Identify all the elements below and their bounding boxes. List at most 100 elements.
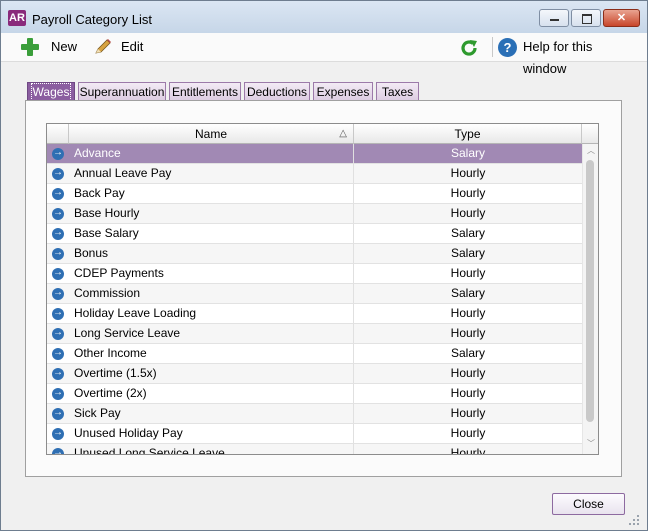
zoom-arrow-icon[interactable] <box>52 326 64 340</box>
category-name: Overtime (2x) <box>69 384 354 403</box>
row-zoom-cell[interactable] <box>47 204 69 223</box>
help-button[interactable]: ? Help for this window <box>498 36 638 76</box>
column-header-type[interactable]: Type <box>354 124 582 144</box>
tab-entitlements[interactable]: Entitlements <box>169 82 241 101</box>
row-zoom-cell[interactable] <box>47 424 69 443</box>
plus-icon <box>21 38 39 56</box>
table-row[interactable]: Sick Pay Hourly <box>47 404 582 424</box>
sort-ascending-icon: △ <box>339 128 347 139</box>
category-type: Salary <box>450 146 485 160</box>
category-type: Hourly <box>450 446 486 455</box>
zoom-arrow-icon[interactable] <box>52 266 64 280</box>
zoom-arrow-icon[interactable] <box>52 226 64 240</box>
category-type: Hourly <box>450 166 486 180</box>
table-row[interactable]: Unused Long Service Leave Hourly <box>47 444 582 455</box>
edit-button[interactable]: Edit <box>93 36 153 58</box>
zoom-arrow-icon[interactable] <box>52 186 64 200</box>
category-type: Salary <box>450 246 485 260</box>
title-bar[interactable]: AR Payroll Category List ✕ <box>1 1 647 33</box>
table-row[interactable]: Back Pay Hourly <box>47 184 582 204</box>
zoom-arrow-icon[interactable] <box>52 406 64 420</box>
column-header-name-label: Name <box>194 127 227 141</box>
tab-wages[interactable]: Wages <box>27 82 75 101</box>
tab-taxes[interactable]: Taxes <box>376 82 419 101</box>
toolbar-separator <box>492 37 493 57</box>
table-row[interactable]: Overtime (1.5x) Hourly <box>47 364 582 384</box>
minimize-button[interactable] <box>539 9 569 27</box>
tab-label: Superannuation <box>79 85 165 99</box>
zoom-arrow-icon[interactable] <box>52 366 64 380</box>
table-row[interactable]: Long Service Leave Hourly <box>47 324 582 344</box>
toolbar: New Edit ? Help for this window <box>1 33 647 76</box>
close-button[interactable]: Close <box>552 493 625 515</box>
row-zoom-cell[interactable] <box>47 144 69 163</box>
zoom-arrow-icon[interactable] <box>52 446 64 454</box>
table-row[interactable]: CDEP Payments Hourly <box>47 264 582 284</box>
table-row[interactable]: Advance Salary <box>47 144 582 164</box>
category-type: Hourly <box>450 426 486 440</box>
table-row[interactable]: Bonus Salary <box>47 244 582 264</box>
row-zoom-cell[interactable] <box>47 164 69 183</box>
maximize-button[interactable] <box>571 9 601 27</box>
category-name: CDEP Payments <box>69 264 354 283</box>
category-name: Unused Long Service Leave <box>69 444 354 454</box>
table-row[interactable]: Overtime (2x) Hourly <box>47 384 582 404</box>
row-zoom-cell[interactable] <box>47 284 69 303</box>
zoom-arrow-icon[interactable] <box>52 246 64 260</box>
column-header-name[interactable]: Name △ <box>69 124 354 144</box>
vertical-scrollbar[interactable]: ︿ ﹀ <box>582 144 598 454</box>
resize-grip-icon[interactable] <box>628 514 640 526</box>
row-zoom-cell[interactable] <box>47 344 69 363</box>
table-row[interactable]: Base Hourly Hourly <box>47 204 582 224</box>
zoom-arrow-icon[interactable] <box>52 306 64 320</box>
table-row[interactable]: Base Salary Salary <box>47 224 582 244</box>
category-type: Hourly <box>450 326 486 340</box>
row-zoom-cell[interactable] <box>47 444 69 454</box>
minimize-icon <box>550 19 559 21</box>
category-name: Annual Leave Pay <box>69 164 354 183</box>
row-zoom-cell[interactable] <box>47 404 69 423</box>
tab-expenses[interactable]: Expenses <box>313 82 373 101</box>
zoom-arrow-icon[interactable] <box>52 346 64 360</box>
category-type: Hourly <box>450 386 486 400</box>
close-window-button[interactable]: ✕ <box>603 9 640 27</box>
refresh-button[interactable] <box>458 36 484 58</box>
table-row[interactable]: Other Income Salary <box>47 344 582 364</box>
table-row[interactable]: Commission Salary <box>47 284 582 304</box>
tab-superannuation[interactable]: Superannuation <box>78 82 166 101</box>
category-type: Salary <box>450 346 485 360</box>
category-type: Salary <box>450 286 485 300</box>
tab-deductions[interactable]: Deductions <box>244 82 310 101</box>
row-zoom-cell[interactable] <box>47 364 69 383</box>
row-zoom-cell[interactable] <box>47 244 69 263</box>
help-icon: ? <box>498 38 517 57</box>
category-name: Bonus <box>69 244 354 263</box>
table-row[interactable]: Annual Leave Pay Hourly <box>47 164 582 184</box>
category-name: Base Hourly <box>69 204 354 223</box>
category-name: Other Income <box>69 344 354 363</box>
table-row[interactable]: Holiday Leave Loading Hourly <box>47 304 582 324</box>
zoom-arrow-icon[interactable] <box>52 286 64 300</box>
row-zoom-cell[interactable] <box>47 184 69 203</box>
new-button[interactable]: New <box>21 36 81 58</box>
row-zoom-cell[interactable] <box>47 304 69 323</box>
zoom-arrow-icon[interactable] <box>52 206 64 220</box>
row-zoom-cell[interactable] <box>47 224 69 243</box>
zoom-arrow-icon[interactable] <box>52 166 64 180</box>
help-label: Help for this window <box>523 39 593 76</box>
scroll-down-icon[interactable]: ﹀ <box>583 438 598 449</box>
zoom-arrow-icon[interactable] <box>52 386 64 400</box>
zoom-arrow-icon[interactable] <box>52 146 64 160</box>
refresh-icon <box>461 40 477 56</box>
category-name: Overtime (1.5x) <box>69 364 354 383</box>
row-zoom-cell[interactable] <box>47 324 69 343</box>
row-zoom-cell[interactable] <box>47 264 69 283</box>
table-row[interactable]: Unused Holiday Pay Hourly <box>47 424 582 444</box>
zoom-arrow-icon[interactable] <box>52 426 64 440</box>
category-name: Base Salary <box>69 224 354 243</box>
scroll-up-icon[interactable]: ︿ <box>583 145 598 156</box>
tab-label: Deductions <box>246 85 308 99</box>
maximize-icon <box>582 14 592 24</box>
row-zoom-cell[interactable] <box>47 384 69 403</box>
scrollbar-thumb[interactable] <box>586 160 594 422</box>
